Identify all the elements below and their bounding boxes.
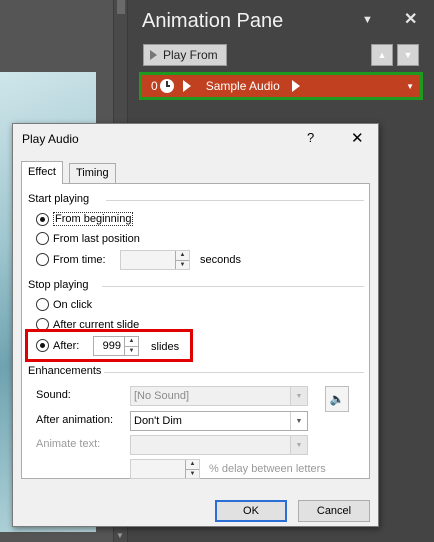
radio-from-beginning[interactable]: From beginning xyxy=(36,212,134,226)
radio-button-selected[interactable] xyxy=(36,212,49,226)
item-dropdown-chevron-icon[interactable]: ▼ xyxy=(406,82,414,91)
spin-down-icon[interactable]: ▼ xyxy=(176,259,189,270)
radio-from-time[interactable]: From time: xyxy=(36,253,106,266)
seconds-label: seconds xyxy=(200,254,241,266)
radio-on-click-label: On click xyxy=(53,298,93,311)
tab-effect[interactable]: Effect xyxy=(21,161,63,184)
radio-button[interactable] xyxy=(36,253,49,266)
radio-from-time-label: From time: xyxy=(53,253,106,266)
chevron-down-icon[interactable]: ▼ xyxy=(290,387,307,405)
after-animation-value: Don't Dim xyxy=(134,415,182,427)
pane-title: Animation Pane xyxy=(142,10,284,32)
group-divider xyxy=(104,372,364,373)
stop-playing-heading: Stop playing xyxy=(28,279,89,291)
from-time-value[interactable] xyxy=(121,251,175,269)
move-down-button[interactable]: ▼ xyxy=(397,44,419,66)
play-from-button[interactable]: Play From xyxy=(143,44,227,66)
after-animation-select[interactable]: Don't Dim ▼ xyxy=(130,411,308,431)
letter-delay-stepper[interactable]: ▲ ▼ xyxy=(130,459,200,479)
pane-options-chevron-icon[interactable]: ▼ xyxy=(362,14,373,26)
clock-icon xyxy=(159,79,174,93)
radio-button[interactable] xyxy=(36,298,49,311)
radio-from-last-position-label: From last position xyxy=(53,232,140,245)
chevron-down-icon[interactable]: ▼ xyxy=(290,412,307,430)
cancel-button[interactable]: Cancel xyxy=(298,500,370,522)
spin-down-icon[interactable]: ▼ xyxy=(186,468,199,479)
play-icon xyxy=(150,50,157,60)
tab-timing[interactable]: Timing xyxy=(69,163,116,184)
sound-select-value: [No Sound] xyxy=(134,390,190,402)
play-trigger-icon xyxy=(182,80,191,92)
radio-from-beginning-label: From beginning xyxy=(53,212,134,226)
from-time-stepper[interactable]: ▲ ▼ xyxy=(120,250,190,270)
pane-close-icon[interactable]: ✕ xyxy=(404,9,417,29)
scroll-down-arrow-icon[interactable]: ▼ xyxy=(116,531,124,540)
dialog-title: Play Audio xyxy=(22,132,79,146)
animate-text-select[interactable]: ▼ xyxy=(130,435,308,455)
start-playing-heading: Start playing xyxy=(28,193,90,205)
letter-delay-value[interactable] xyxy=(131,460,185,478)
animate-text-label: Animate text: xyxy=(36,438,101,450)
chevron-down-icon[interactable]: ▼ xyxy=(290,436,307,454)
animation-order-number: 0 xyxy=(151,79,158,93)
animation-item-name: Sample Audio xyxy=(205,79,280,93)
group-divider xyxy=(102,286,364,287)
animation-list-item[interactable]: 0 Sample Audio ▼ xyxy=(139,72,423,100)
scrollbar-thumb[interactable] xyxy=(117,0,125,14)
radio-button[interactable] xyxy=(36,232,49,245)
ok-button[interactable]: OK xyxy=(215,500,287,522)
sound-select[interactable]: [No Sound] ▼ xyxy=(130,386,308,406)
volume-speaker-icon[interactable]: 🔈 xyxy=(325,386,349,412)
close-icon[interactable]: ✕ xyxy=(351,129,364,147)
group-divider xyxy=(106,200,364,201)
enhancements-heading: Enhancements xyxy=(28,365,102,377)
annotation-highlight-box xyxy=(25,329,193,362)
move-up-button[interactable]: ▲ xyxy=(371,44,393,66)
play-audio-dialog: Play Audio ? ✕ Effect Timing Start playi… xyxy=(12,123,379,527)
letter-delay-label: % delay between letters xyxy=(209,463,326,475)
radio-from-last-position[interactable]: From last position xyxy=(36,232,140,245)
help-button[interactable]: ? xyxy=(307,130,314,145)
radio-on-click[interactable]: On click xyxy=(36,298,92,311)
after-animation-label: After animation: xyxy=(36,414,114,426)
spin-up-icon[interactable]: ▲ xyxy=(186,460,199,469)
play-from-label: Play From xyxy=(163,48,218,62)
sound-label: Sound: xyxy=(36,389,71,401)
timing-marker-icon xyxy=(291,80,300,92)
spin-up-icon[interactable]: ▲ xyxy=(176,251,189,260)
